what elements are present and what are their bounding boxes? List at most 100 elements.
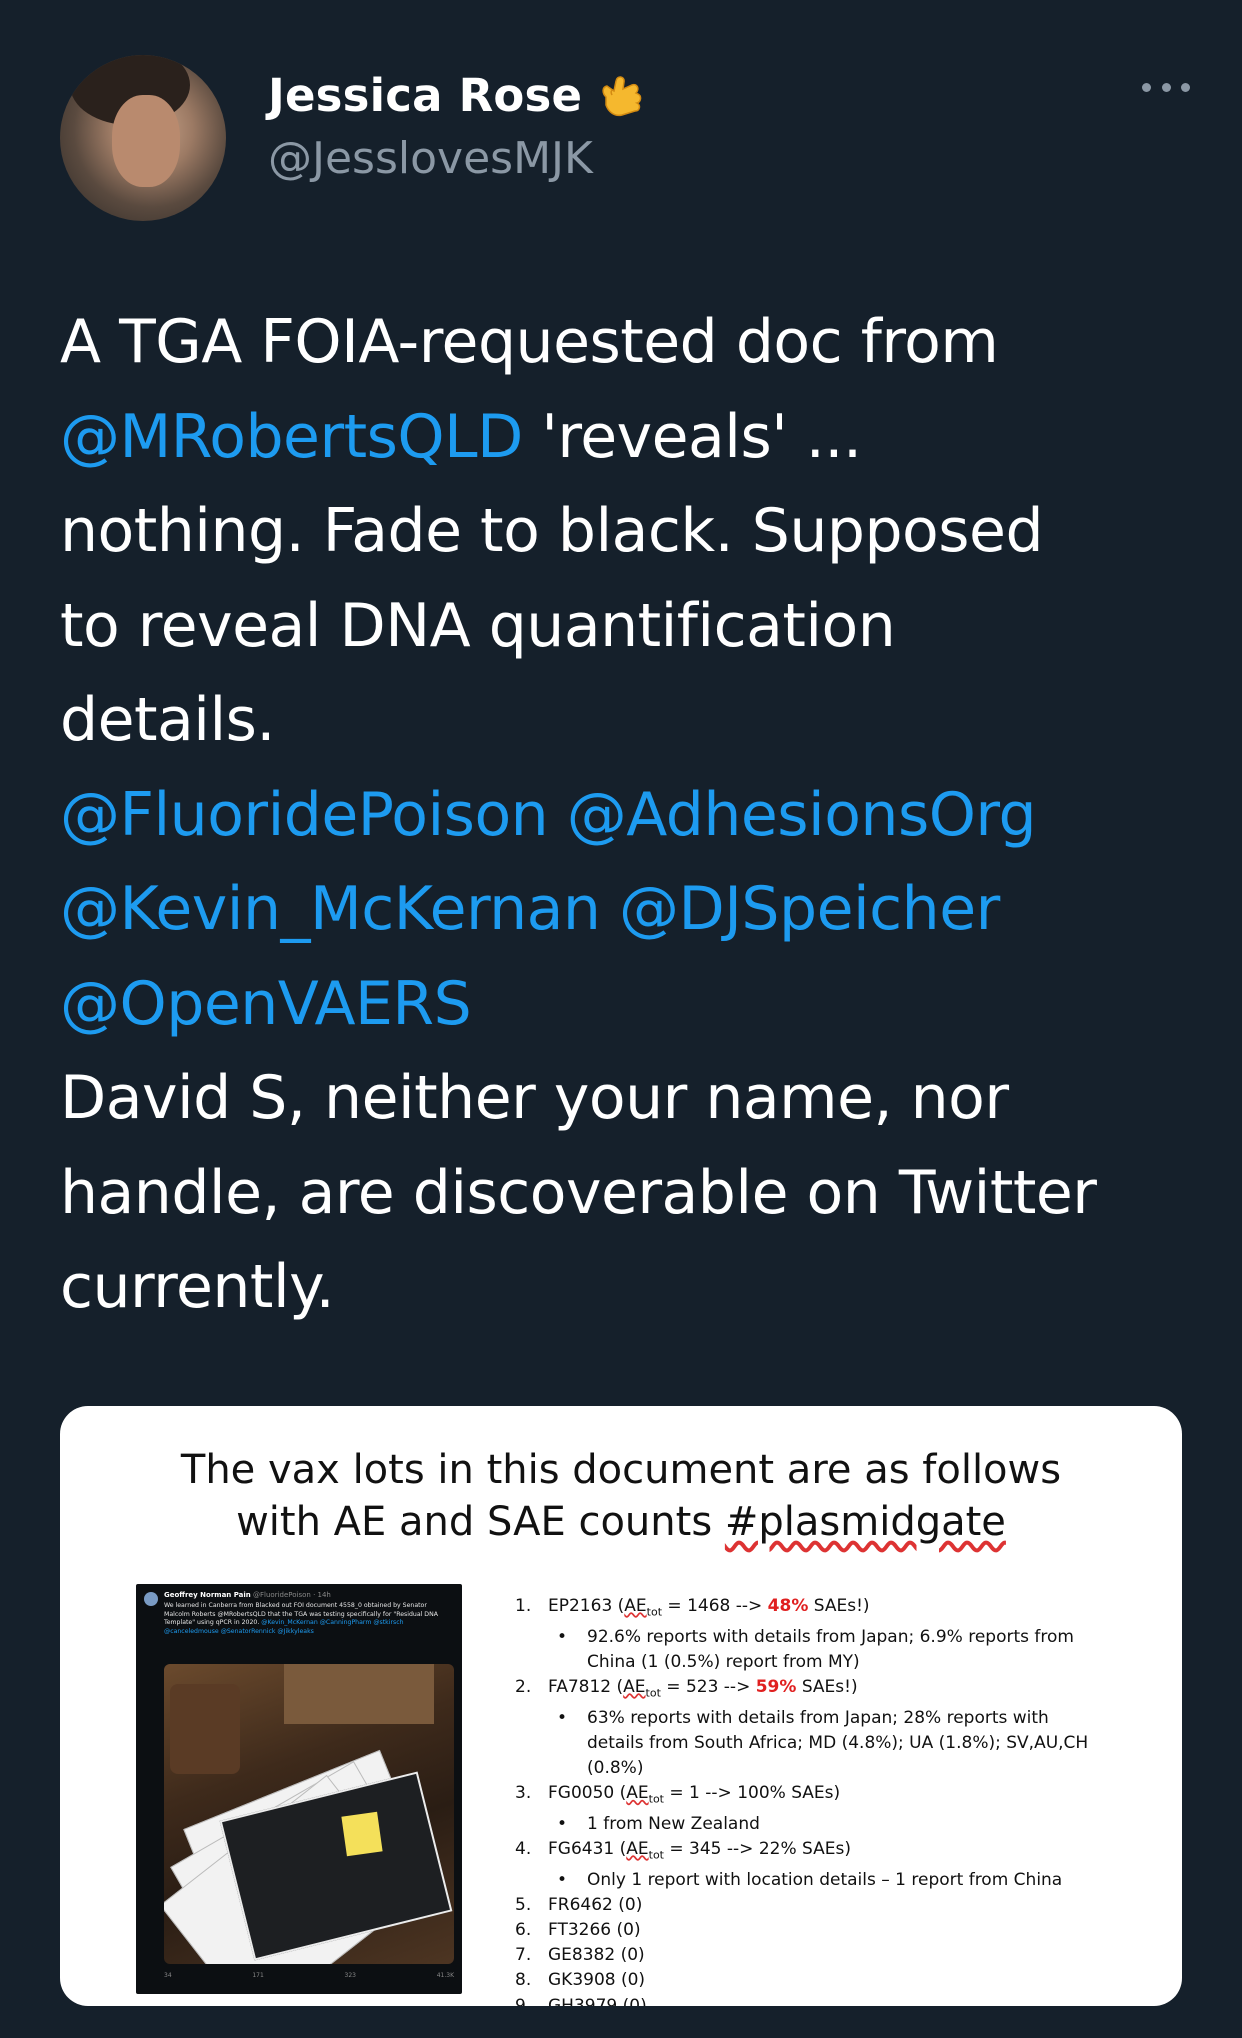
tweet-text-segment <box>600 874 619 944</box>
lot-item: 7. GE8382 (0) <box>515 1943 1155 1968</box>
lot-number: 7. <box>515 1945 532 1966</box>
lot-number: 8. <box>515 1970 532 1991</box>
lot-item: 3. FG0050 (AEtot = 1 --> 100% SAEs) <box>515 1781 1155 1812</box>
card-title-hashtag: #plasmidgate <box>724 1499 1006 1545</box>
lot-code: FG0050 ( <box>548 1783 627 1804</box>
mention-link[interactable]: @FluoridePoison <box>60 780 549 850</box>
mention-link[interactable]: @AdhesionsOrg <box>567 780 1037 850</box>
lot-number: 4. <box>515 1839 532 1859</box>
dot-icon <box>1161 83 1171 92</box>
lot-detail: China (1 (0.5%) report from MY) <box>587 1651 860 1672</box>
ae-subscript: tot <box>648 1792 664 1806</box>
avatar[interactable] <box>60 55 226 221</box>
lot-code: GH3979 (0) <box>548 1995 647 2006</box>
tweet-line: @Kevin_McKernan @DJSpeicher <box>60 862 1200 957</box>
lot-detail: • Only 1 report with location details – 1… <box>515 1868 1155 1893</box>
lot-count: = 1 --> 100% SAEs) <box>664 1783 841 1804</box>
tweet-line: @MRobertsQLD 'reveals' ... <box>60 390 1200 485</box>
embedded-tweet-header: Geoffrey Norman Pain @FluoridePoison · 1… <box>164 1591 331 1599</box>
ae-total-label: AEtot <box>626 1839 664 1862</box>
dot-icon <box>1142 83 1151 92</box>
sae-percent-highlight: 48% <box>767 1596 809 1616</box>
tweet-line: @FluoridePoison @AdhesionsOrg <box>60 768 1200 863</box>
photo-box <box>284 1664 434 1724</box>
tweet-line: nothing. Fade to black. Supposed <box>60 484 1200 579</box>
tweet-line: @OpenVAERS <box>60 957 1200 1052</box>
author-handle[interactable]: @JesslovesMJK <box>268 133 593 184</box>
ae-subscript: tot <box>648 1848 664 1862</box>
lot-item: 1. EP2163 (AEtot = 1468 --> 48% SAEs!) <box>515 1594 1155 1625</box>
card-title: The vax lots in this document are as fol… <box>60 1444 1182 1548</box>
lot-detail: • 1 from New Zealand <box>515 1812 1155 1837</box>
mention-link[interactable]: @OpenVAERS <box>60 969 472 1039</box>
lot-code: FR6462 (0) <box>548 1894 643 1915</box>
embedded-reply-count: 34 <box>164 1972 172 1979</box>
photo-sticky-note <box>341 1811 383 1857</box>
lot-detail-text: 1 from New Zealand <box>587 1813 760 1834</box>
mention-link[interactable]: @Kevin_McKernan <box>60 874 601 944</box>
lot-number: 6. <box>515 1920 532 1940</box>
lot-code: EP2163 ( <box>548 1596 625 1616</box>
tweet-header: Jessica Rose @JesslovesMJK <box>60 55 1190 225</box>
lot-count: = 345 --> 22% SAEs) <box>664 1839 851 1859</box>
tweet-text-segment: handle, are discoverable on Twitter <box>60 1157 1097 1228</box>
lot-number: 2. <box>515 1677 532 1697</box>
embedded-meta: @FluoridePoison · 14h <box>253 1591 331 1599</box>
embedded-view-count: 41.3K <box>436 1972 454 1979</box>
ae-label: AE <box>624 1596 647 1616</box>
tweet-text: A TGA FOIA-requested doc from @MRobertsQL… <box>60 295 1200 1335</box>
ae-label: AE <box>626 1783 649 1804</box>
embedded-author: Geoffrey Norman Pain <box>164 1591 251 1599</box>
embedded-like-count: 323 <box>344 1972 356 1979</box>
attached-image-card[interactable]: The vax lots in this document are as fol… <box>60 1406 1182 2006</box>
sae-percent-highlight: 59% <box>755 1677 797 1697</box>
author-name-row[interactable]: Jessica Rose <box>268 65 648 125</box>
more-options-icon[interactable] <box>1142 83 1190 97</box>
vax-lot-list: 1. EP2163 (AEtot = 1468 --> 48% SAEs!) • 92… <box>515 1594 1155 2006</box>
lot-item: 8. GK3908 (0) <box>515 1968 1155 1993</box>
ae-label: AE <box>623 1677 646 1697</box>
card-title-line2-prefix: with AE and SAE counts <box>236 1499 725 1545</box>
lot-number: 9. <box>515 1995 532 2006</box>
lot-detail: details from South Africa; MD (4.8%); UA… <box>587 1732 1089 1753</box>
lot-item: 5. FR6462 (0) <box>515 1893 1155 1918</box>
embedded-tweet-screenshot: Geoffrey Norman Pain @FluoridePoison · 1… <box>136 1584 462 1994</box>
ae-total-label: AEtot <box>624 1596 663 1619</box>
lot-count: = 523 --> <box>660 1677 756 1697</box>
tweet-text-segment: 'reveals' ... <box>522 401 862 472</box>
tweet-text-segment: details. <box>60 685 275 755</box>
lot-number: 3. <box>515 1783 532 1804</box>
ae-total-label: AEtot <box>626 1783 664 1806</box>
embedded-retweet-count: 171 <box>252 1972 264 1979</box>
mention-link[interactable]: @DJSpeicher <box>619 874 1000 944</box>
bullet-icon: • <box>557 1813 568 1834</box>
mention-link[interactable]: @MRobertsQLD <box>60 402 523 472</box>
tweet-text-segment: David S, neither your name, nor <box>60 1063 1009 1133</box>
lot-number: 5. <box>515 1894 532 1915</box>
lot-code: FG6431 ( <box>548 1839 627 1859</box>
lot-code: FT3266 (0) <box>548 1920 641 1940</box>
embedded-tweet-text: We learned in Canberra from Blacked out … <box>164 1602 454 1636</box>
tweet-text-segment <box>548 780 567 850</box>
ae-total-label: AEtot <box>623 1677 661 1700</box>
tweet-line: currently. <box>60 1240 1200 1335</box>
tweet-text-segment: nothing. Fade to black. Supposed <box>60 496 1044 566</box>
embedded-avatar <box>144 1592 158 1606</box>
lot-code: FA7812 ( <box>548 1677 624 1697</box>
author-name[interactable]: Jessica Rose <box>268 69 582 122</box>
lot-suffix: SAEs!) <box>796 1677 858 1697</box>
lot-detail: • 92.6% reports with details from Japan; … <box>515 1625 1155 1650</box>
bullet-icon: • <box>557 1707 568 1728</box>
lot-detail-text: 63% reports with details from Japan; 28%… <box>587 1707 1049 1728</box>
lot-code: GE8382 (0) <box>548 1945 645 1966</box>
bottom-edge <box>0 2020 1242 2038</box>
lot-detail-text: Only 1 report with location details – 1 … <box>587 1869 1063 1890</box>
photo-chair <box>170 1684 240 1774</box>
lot-detail: • 63% reports with details from Japan; 28… <box>515 1706 1155 1731</box>
ae-subscript: tot <box>645 1686 661 1700</box>
ae-label: AE <box>626 1839 649 1859</box>
call-me-hand-icon <box>602 76 642 117</box>
tweet-text-segment: A TGA FOIA-requested doc from <box>60 307 999 377</box>
card-title-line1: The vax lots in this document are as fol… <box>180 1447 1062 1493</box>
ae-subscript: tot <box>646 1605 663 1619</box>
